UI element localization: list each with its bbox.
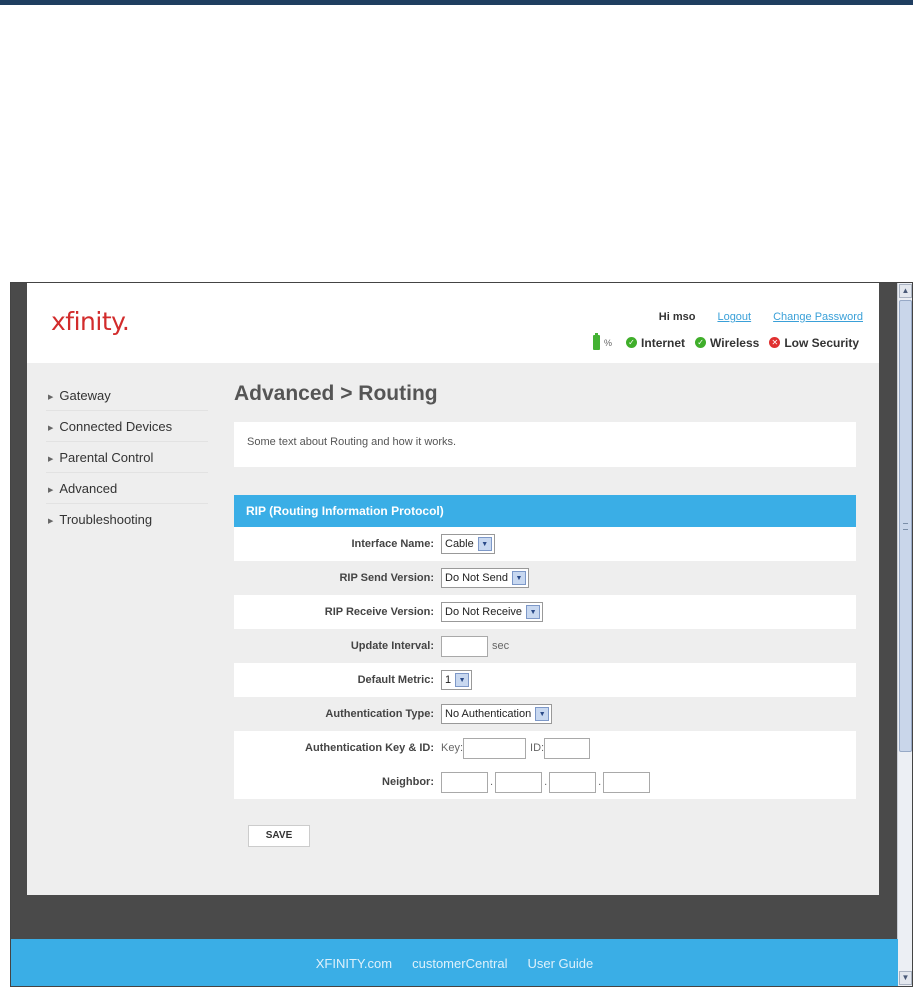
logout-link[interactable]: Logout [717,311,751,323]
status-label: Low Security [784,335,859,350]
status-label: Wireless [710,335,760,350]
sidebar-item-parental-control[interactable]: ▶ Parental Control [46,441,208,472]
field-label: RIP Receive Version: [324,606,434,618]
key-label: Key: [441,742,464,754]
update-interval-unit: sec [492,640,510,652]
document-top-rule [0,0,913,5]
scroll-up-arrow-icon[interactable]: ▲ [899,284,912,298]
sidebar-item-label: Connected Devices [59,419,173,434]
sidebar-item-label: Advanced [59,481,118,496]
site-header: xfinity. Hi mso Logout Change Password %… [27,283,879,363]
field-label: Authentication Key & ID: [305,742,434,754]
user-greeting: Hi mso [658,311,696,323]
triangle-right-icon: ▶ [48,518,54,525]
field-label: RIP Send Version: [339,572,434,584]
check-circle-icon: ✓ [626,337,638,348]
chevron-down-icon: ▼ [455,673,470,687]
site-footer: XFINITY.com customerCentral User Guide [11,939,898,986]
select-value: No Authentication [445,708,532,720]
footer-link-xfinity[interactable]: XFINITY.com [316,956,392,971]
scroll-down-arrow-icon[interactable]: ▼ [899,971,912,985]
auth-id-input[interactable] [544,737,591,759]
neighbor-octet-4-input[interactable] [603,771,651,793]
select-value: Do Not Send [445,572,508,584]
battery-percent: % [604,337,613,348]
field-label: Neighbor: [382,776,434,788]
authentication-type-select[interactable]: No Authentication ▼ [441,704,553,724]
rip-send-version-select[interactable]: Do Not Send ▼ [441,568,529,588]
page-description: Some text about Routing and how it works… [234,422,856,467]
select-value: Do Not Receive [445,606,523,618]
default-metric-select[interactable]: 1 ▼ [441,670,473,690]
status-internet[interactable]: ✓ Internet [626,336,685,350]
form-row-rip-receive-version: RIP Receive Version: Do Not Receive ▼ [234,595,856,629]
sidebar-nav: ▶ Gateway ▶ Connected Devices ▶ Parental Co… [46,379,208,534]
x-circle-icon: ✕ [769,337,781,348]
page-content: xfinity. Hi mso Logout Change Password %… [27,283,879,895]
status-wireless[interactable]: ✓ Wireless [695,336,759,350]
xfinity-logo[interactable]: xfinity. [51,307,130,336]
triangle-right-icon: ▶ [48,425,54,432]
user-bar: Hi mso Logout Change Password [659,311,863,323]
triangle-right-icon: ▶ [48,456,54,463]
browser-window: ▲ ▼ xfinity. Hi mso Logout Change Passwo… [10,282,913,987]
ip-separator: . [598,776,602,788]
interface-name-select[interactable]: Cable ▼ [441,534,495,554]
sidebar-item-label: Troubleshooting [59,512,153,527]
ip-separator: . [544,776,548,788]
scroll-grip-icon [903,523,908,530]
vertical-scrollbar[interactable]: ▲ ▼ [897,283,912,986]
status-label: Internet [641,335,686,350]
neighbor-octet-3-input[interactable] [549,771,597,793]
scroll-thumb[interactable] [899,300,912,752]
field-label: Default Metric: [357,674,434,686]
triangle-right-icon: ▶ [48,394,54,401]
check-circle-icon: ✓ [695,337,707,348]
triangle-right-icon: ▶ [48,487,54,494]
id-label: ID: [530,742,545,754]
rip-form-panel: RIP (Routing Information Protocol) Inter… [234,495,856,799]
status-bar: % ✓ Internet ✓ Wireless ✕ Low Security [593,333,859,350]
panel-title: RIP (Routing Information Protocol) [234,495,856,527]
status-security[interactable]: ✕ Low Security [769,336,859,350]
battery-icon [593,333,601,350]
field-label: Update Interval: [350,640,434,652]
sidebar-item-label: Gateway [59,388,111,403]
form-row-auth-key-id: Authentication Key & ID: Key: ID: [234,731,856,765]
sidebar-item-gateway[interactable]: ▶ Gateway [46,379,208,410]
change-password-link[interactable]: Change Password [773,311,863,323]
select-value: 1 [445,674,452,686]
form-row-update-interval: Update Interval: sec [234,629,856,663]
sidebar-item-connected-devices[interactable]: ▶ Connected Devices [46,410,208,441]
rip-receive-version-select[interactable]: Do Not Receive ▼ [441,602,544,622]
form-row-interface-name: Interface Name: Cable ▼ [234,527,856,561]
sidebar-item-troubleshooting[interactable]: ▶ Troubleshooting [46,503,208,534]
form-row-rip-send-version: RIP Send Version: Do Not Send ▼ [234,561,856,595]
select-value: Cable [445,538,474,550]
page-title: Advanced > Routing [234,382,438,405]
footer-link-customer-central[interactable]: customerCentral [412,956,507,971]
neighbor-octet-2-input[interactable] [495,771,543,793]
main-content: Advanced > Routing Some text about Routi… [234,379,856,799]
update-interval-input[interactable] [441,635,488,657]
field-label: Authentication Type: [325,708,434,720]
ip-separator: . [490,776,494,788]
sidebar-item-label: Parental Control [59,450,154,465]
chevron-down-icon: ▼ [535,707,550,721]
save-button[interactable]: SAVE [248,825,310,847]
field-label: Interface Name: [351,538,434,550]
chevron-down-icon: ▼ [477,537,492,551]
form-row-authentication-type: Authentication Type: No Authentication ▼ [234,697,856,731]
chevron-down-icon: ▼ [526,605,541,619]
form-row-default-metric: Default Metric: 1 ▼ [234,663,856,697]
footer-link-user-guide[interactable]: User Guide [527,956,593,971]
neighbor-octet-1-input[interactable] [441,771,488,793]
auth-key-input[interactable] [463,737,527,759]
sidebar-item-advanced[interactable]: ▶ Advanced [46,472,208,503]
chevron-down-icon: ▼ [511,571,526,585]
form-row-neighbor: Neighbor: . . . [234,765,856,799]
